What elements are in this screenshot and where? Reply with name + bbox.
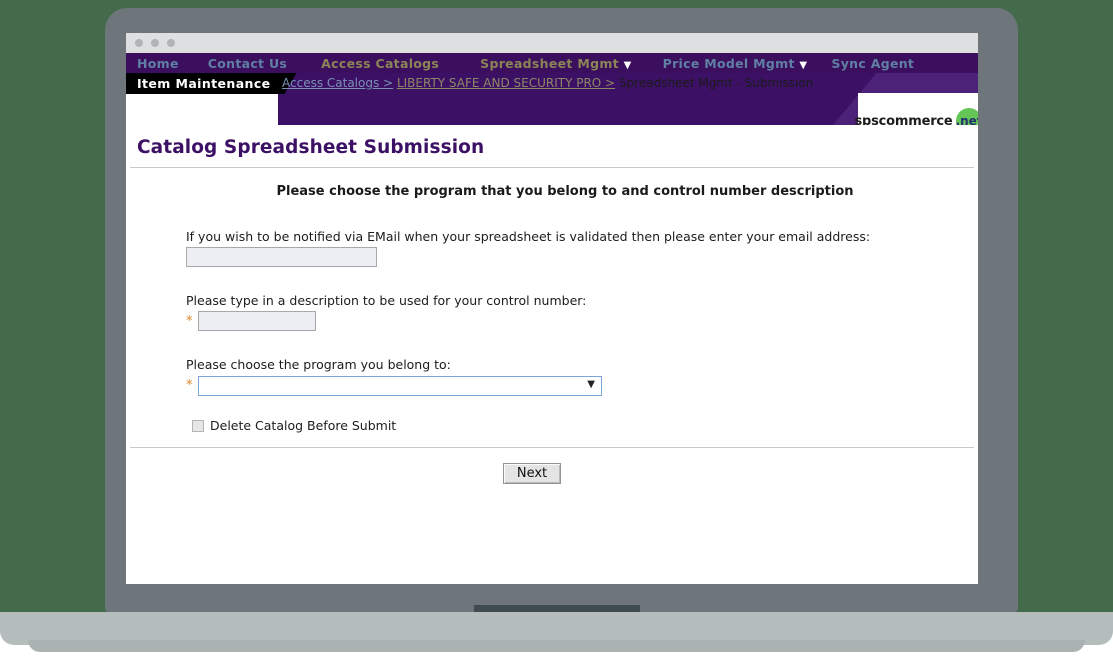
form-actions: Next <box>126 448 978 484</box>
nav-item-sync-agent[interactable]: Sync Agent <box>831 56 914 71</box>
tab-underlay <box>126 94 278 125</box>
tab-item-maintenance-label: Item Maintenance <box>137 76 271 91</box>
breadcrumb-link-access-catalogs[interactable]: Access Catalogs > <box>282 76 393 90</box>
email-field-row <box>186 247 978 267</box>
chevron-down-icon: ▼ <box>799 59 808 71</box>
control-number-field-row: * <box>186 311 978 331</box>
breadcrumb-link-liberty-safe[interactable]: LIBERTY SAFE AND SECURITY PRO > <box>397 76 615 90</box>
window-minimize-dot-icon[interactable] <box>151 39 159 47</box>
window-maximize-dot-icon[interactable] <box>167 39 175 47</box>
screenshot-scene: Home Contact Us Access Catalogs Spreadsh… <box>0 0 1113 657</box>
program-field-label: Please choose the program you belong to: <box>186 357 451 372</box>
logo-net-badge-icon: .net <box>955 108 978 125</box>
required-asterisk-icon: * <box>186 378 193 393</box>
control-number-field-block: Please type in a description to be used … <box>186 293 978 331</box>
window-close-dot-icon[interactable] <box>135 39 143 47</box>
page-content: Catalog Spreadsheet Submission Please ch… <box>126 125 978 584</box>
tab-item-maintenance[interactable]: Item Maintenance <box>126 73 297 94</box>
logo-wordmark: spscommerce <box>854 113 953 126</box>
program-select-wrapper: ▼ <box>198 375 602 396</box>
submission-form: If you wish to be notified via EMail whe… <box>126 199 978 433</box>
chevron-down-icon: ▼ <box>623 59 632 71</box>
required-asterisk-icon: * <box>186 313 193 329</box>
email-field-block: If you wish to be notified via EMail whe… <box>186 229 978 267</box>
browser-window: Home Contact Us Access Catalogs Spreadsh… <box>126 33 978 584</box>
breadcrumb-current-page: Spreadsheet Mgmt - Submission <box>618 76 814 90</box>
breadcrumb-band: Item Maintenance Access Catalogs > LIBER… <box>126 73 978 125</box>
nav-item-sync-agent-label: Sync Agent <box>831 55 915 71</box>
nav-item-access-catalogs[interactable]: Access Catalogs <box>321 56 439 71</box>
control-number-field-label: Please type in a description to be used … <box>186 293 587 308</box>
page-subtitle: Please choose the program that you belon… <box>276 184 854 199</box>
nav-item-home-label: Home <box>137 55 179 71</box>
nav-item-price-model-mgmt[interactable]: Price Model Mgmt ▼ <box>663 56 808 71</box>
delete-catalog-row: Delete Catalog Before Submit <box>192 418 978 433</box>
next-button[interactable]: Next <box>502 463 562 484</box>
nav-item-spreadsheet-mgmt-label: Spreadsheet Mgmt <box>480 55 619 71</box>
delete-catalog-label: Delete Catalog Before Submit <box>210 418 397 433</box>
nav-item-spreadsheet-mgmt[interactable]: Spreadsheet Mgmt ▼ <box>480 56 631 71</box>
program-select[interactable] <box>198 376 602 396</box>
email-input[interactable] <box>186 247 377 267</box>
main-navigation: Home Contact Us Access Catalogs Spreadsh… <box>126 53 978 73</box>
delete-catalog-checkbox[interactable] <box>192 419 204 432</box>
breadcrumb: Access Catalogs > LIBERTY SAFE AND SECUR… <box>282 76 813 90</box>
nav-item-contact-us-label: Contact Us <box>207 55 288 71</box>
nav-item-access-catalogs-label: Access Catalogs <box>321 55 440 71</box>
email-field-label: If you wish to be notified via EMail whe… <box>186 229 871 244</box>
control-number-input[interactable] <box>198 311 316 331</box>
nav-item-home[interactable]: Home <box>137 56 179 71</box>
program-field-block: Please choose the program you belong to:… <box>186 357 978 396</box>
nav-item-price-model-mgmt-label: Price Model Mgmt <box>662 55 795 71</box>
laptop-base-front-edge <box>28 640 1085 652</box>
browser-titlebar <box>126 33 978 53</box>
program-field-row: * ▼ <box>186 375 978 396</box>
page-title: Catalog Spreadsheet Submission <box>137 137 485 158</box>
spscommerce-logo[interactable]: spscommerce .net <box>854 93 978 125</box>
nav-item-contact-us[interactable]: Contact Us <box>208 56 287 71</box>
